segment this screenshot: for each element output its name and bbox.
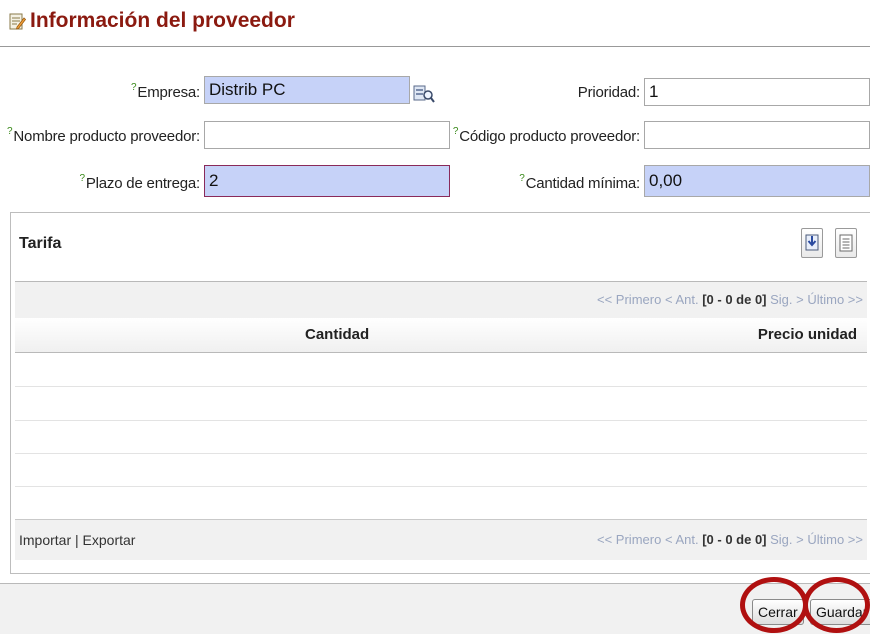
new-record-button[interactable]	[801, 228, 823, 258]
help-marker[interactable]: ?	[453, 126, 459, 137]
pager-range: [0 - 0 de 0]	[702, 532, 767, 547]
pager-next[interactable]: Sig. >	[770, 532, 804, 547]
page-title: Información del proveedor	[30, 9, 295, 32]
tarifa-header: Tarifa	[11, 213, 870, 279]
edit-document-icon	[9, 13, 26, 30]
codigo-producto-label: ?Código producto proveedor:	[452, 126, 640, 145]
import-export-links: Importar | Exportar	[19, 532, 135, 548]
pager-next[interactable]: Sig. >	[770, 292, 804, 307]
pagination-bottom: << Primero < Ant. [0 - 0 de 0] Sig. > Úl…	[597, 532, 863, 547]
prioridad-input[interactable]	[644, 78, 870, 106]
table-row	[15, 387, 867, 421]
plazo-entrega-label: ?Plazo de entrega:	[79, 173, 200, 192]
codigo-producto-input[interactable]	[644, 121, 870, 149]
empresa-label: ?Empresa:	[131, 82, 200, 101]
pager-last[interactable]: Último >>	[807, 532, 863, 547]
help-marker[interactable]: ?	[7, 126, 13, 137]
help-marker[interactable]: ?	[131, 82, 137, 93]
tarifa-panel: Tarifa << Primero < Ant. [0 - 0 de 0] Si…	[10, 212, 870, 574]
pager-first[interactable]: << Primero	[597, 532, 661, 547]
pager-prev[interactable]: < Ant.	[665, 292, 699, 307]
pager-prev[interactable]: < Ant.	[665, 532, 699, 547]
pager-first[interactable]: << Primero	[597, 292, 661, 307]
nombre-producto-input[interactable]	[204, 121, 450, 149]
empresa-input[interactable]	[204, 76, 410, 104]
search-lookup-icon[interactable]	[412, 83, 436, 105]
table-row	[15, 420, 867, 454]
close-button[interactable]: Cerrar	[752, 599, 804, 625]
dialog-footer: Cerrar Guardar	[0, 583, 870, 634]
pagination-bar-top: << Primero < Ant. [0 - 0 de 0] Sig. > Úl…	[15, 281, 867, 319]
pager-range: [0 - 0 de 0]	[702, 292, 767, 307]
tarifa-title: Tarifa	[19, 235, 62, 252]
prioridad-label: Prioridad:	[577, 84, 640, 101]
help-marker[interactable]: ?	[79, 173, 85, 184]
help-marker[interactable]: ?	[519, 173, 525, 184]
pagination-top: << Primero < Ant. [0 - 0 de 0] Sig. > Úl…	[597, 292, 863, 307]
dialog-header: Información del proveedor	[0, 0, 870, 47]
pager-last[interactable]: Último >>	[807, 292, 863, 307]
list-view-button[interactable]	[835, 228, 857, 258]
new-record-icon	[805, 234, 819, 251]
table-row	[15, 453, 867, 487]
cantidad-minima-label: ?Cantidad mínima:	[519, 173, 640, 192]
plazo-entrega-input[interactable]	[204, 165, 450, 197]
save-button[interactable]: Guardar	[810, 599, 870, 625]
link-separator: |	[75, 532, 79, 548]
export-link[interactable]: Exportar	[83, 532, 136, 548]
nombre-producto-label: ?Nombre producto proveedor:	[7, 126, 200, 145]
cantidad-minima-input[interactable]	[644, 165, 870, 197]
column-header-cantidad[interactable]: Cantidad	[305, 326, 369, 343]
column-header-precio-unidad[interactable]: Precio unidad	[758, 326, 857, 343]
table-header: Cantidad Precio unidad	[15, 318, 867, 353]
pagination-bar-bottom: Importar | Exportar << Primero < Ant. [0…	[15, 519, 867, 560]
table-row	[15, 353, 867, 387]
document-list-icon	[839, 234, 853, 252]
import-link[interactable]: Importar	[19, 532, 71, 548]
